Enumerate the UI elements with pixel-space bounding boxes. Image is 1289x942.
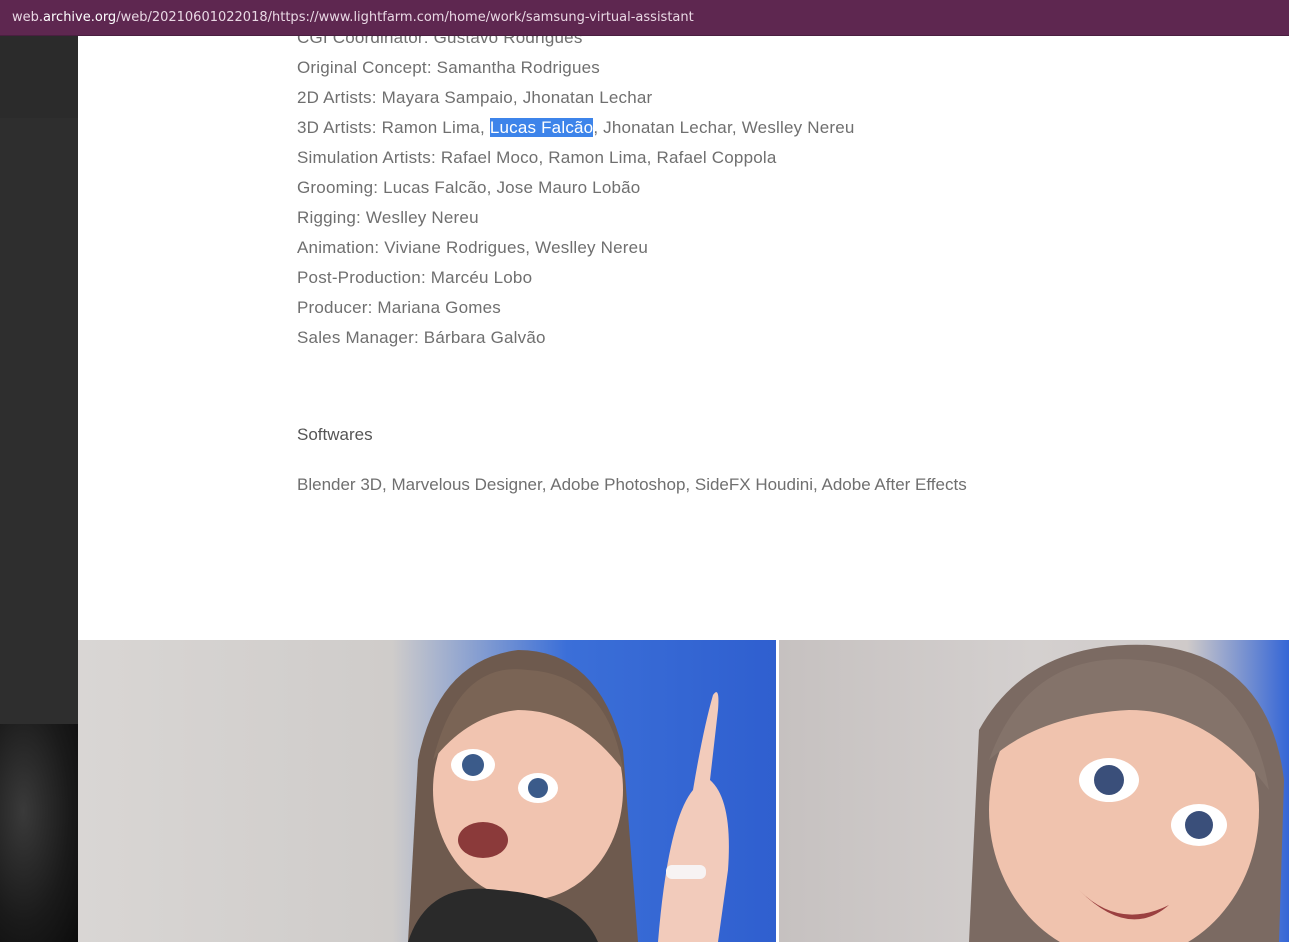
left-iris bbox=[462, 754, 484, 776]
assistant-illustration-1 bbox=[408, 650, 729, 942]
url-domain: archive.org bbox=[43, 10, 117, 25]
credit-animation: Animation: Viviane Rodrigues, Weslley Ne… bbox=[297, 238, 648, 257]
left-panel-photo bbox=[0, 724, 78, 942]
credit-simulation: Simulation Artists: Rafael Moco, Ramon L… bbox=[297, 148, 777, 167]
open-mouth bbox=[458, 822, 508, 858]
left-panel-top bbox=[0, 36, 78, 118]
softwares-list: Blender 3D, Marvelous Designer, Adobe Ph… bbox=[297, 475, 967, 494]
selected-text[interactable]: Lucas Falcão bbox=[489, 118, 594, 137]
credits-list: CGI Coordinator: Gustavo Rodrigues Origi… bbox=[297, 36, 855, 353]
softwares-heading: Softwares bbox=[297, 425, 373, 444]
credit-sales-manager: Sales Manager: Bárbara Galvão bbox=[297, 328, 546, 347]
url-path: /web/20210601022018/https://www.lightfar… bbox=[116, 10, 694, 25]
credit-original-concept: Original Concept: Samantha Rodrigues bbox=[297, 58, 600, 77]
credit-producer: Producer: Mariana Gomes bbox=[297, 298, 501, 317]
gallery-image-assistant-pointing[interactable] bbox=[78, 640, 776, 942]
credit-3d-prefix: 3D Artists: Ramon Lima, bbox=[297, 118, 490, 137]
url-prefix: web. bbox=[12, 10, 44, 25]
address-bar[interactable]: web.archive.org/web/20210601022018/https… bbox=[0, 0, 1289, 36]
wrist-band bbox=[666, 865, 706, 879]
credit-cgi-coordinator: CGI Coordinator: Gustavo Rodrigues bbox=[297, 36, 583, 47]
credit-post-production: Post-Production: Marcéu Lobo bbox=[297, 268, 533, 287]
assistant-illustration-2 bbox=[969, 644, 1284, 942]
gallery-image-assistant-closeup[interactable] bbox=[779, 640, 1289, 942]
credit-3d-artists: 3D Artists: Ramon Lima, Lucas Falcão, Jh… bbox=[297, 113, 855, 143]
raised-hand bbox=[658, 692, 729, 942]
right-iris bbox=[528, 778, 548, 798]
credit-2d-artists: 2D Artists: Mayara Sampaio, Jhonatan Lec… bbox=[297, 88, 653, 107]
left-dark-panel bbox=[0, 36, 78, 942]
image-gallery bbox=[78, 640, 1289, 942]
right-iris bbox=[1185, 811, 1213, 839]
credit-rigging: Rigging: Weslley Nereu bbox=[297, 208, 479, 227]
left-iris bbox=[1094, 765, 1124, 795]
credit-3d-suffix: , Jhonatan Lechar, Weslley Nereu bbox=[593, 118, 855, 137]
credit-grooming: Grooming: Lucas Falcão, Jose Mauro Lobão bbox=[297, 178, 641, 197]
page-content: CGI Coordinator: Gustavo Rodrigues Origi… bbox=[78, 36, 1289, 640]
left-panel-middle bbox=[0, 118, 78, 724]
